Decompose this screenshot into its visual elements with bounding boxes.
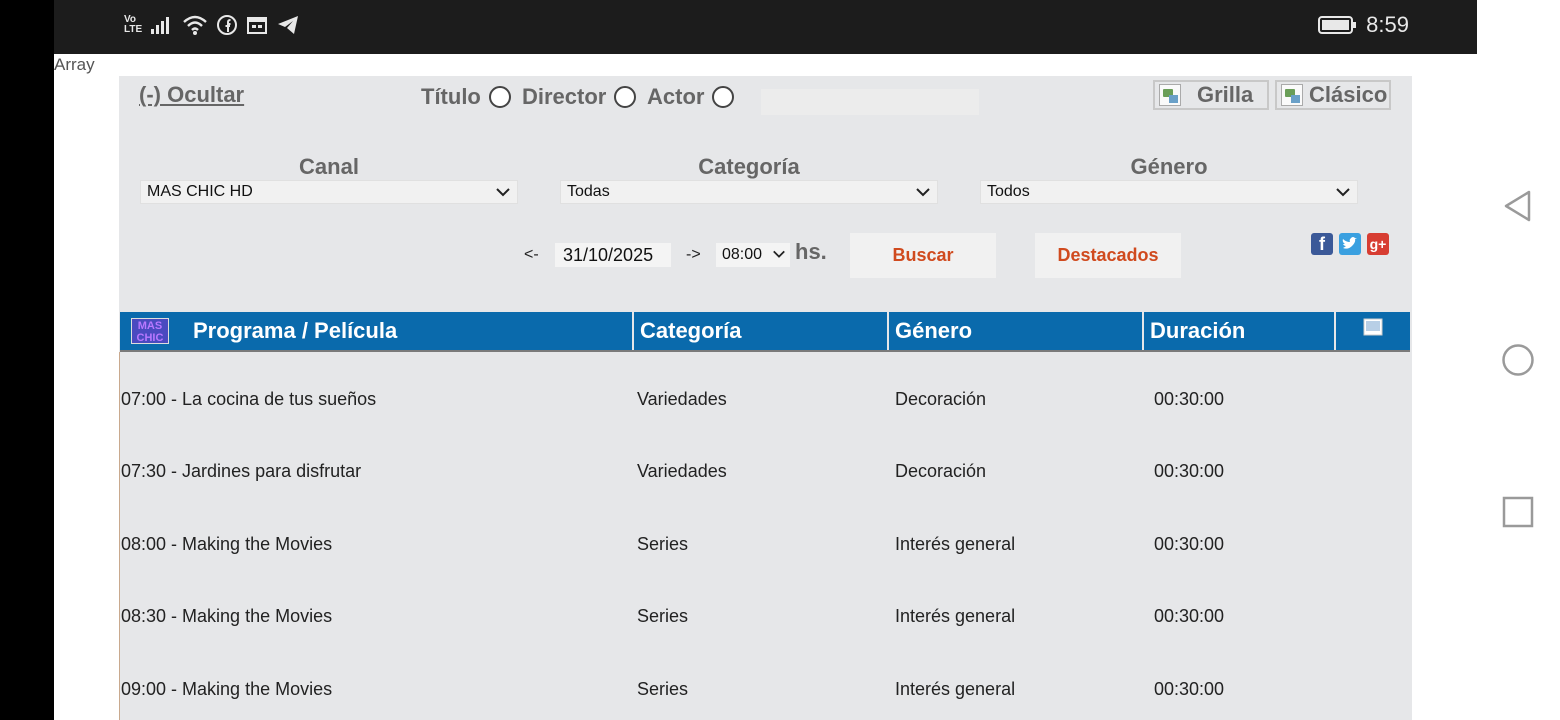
clasico-button[interactable]: Clásico	[1275, 80, 1391, 110]
cell-duration: 00:30:00	[1154, 461, 1225, 481]
volte-bottom: LTE	[124, 24, 143, 35]
chevron-down-icon	[916, 188, 930, 197]
chevron-down-icon	[1336, 188, 1350, 197]
radio-actor-label: Actor	[647, 84, 705, 109]
cell-duration: 00:30:00	[1154, 679, 1225, 699]
canal-select[interactable]: MAS CHIC HD	[140, 180, 518, 204]
time-select-value: 08:00	[722, 246, 763, 263]
buscar-button[interactable]: Buscar	[850, 233, 996, 278]
categoria-label: Categoría	[698, 154, 800, 179]
prev-day-link[interactable]: <-	[524, 246, 539, 264]
battery-icon	[1318, 16, 1357, 34]
cell-program: 08:00 - Making the Movies	[121, 534, 333, 554]
clock: 8:59	[1366, 12, 1409, 37]
cell-category: Variedades	[637, 389, 727, 409]
status-right: 8:59	[1318, 12, 1409, 38]
clasico-image-icon	[1281, 84, 1303, 106]
search-input[interactable]	[761, 89, 979, 115]
categoria-select[interactable]: Todas	[560, 180, 938, 204]
th-programa-label: Programa / Película	[193, 318, 398, 343]
th-categoria: Categoría	[634, 312, 887, 350]
time-select[interactable]: 08:00	[716, 243, 790, 267]
facebook-share-icon[interactable]: f	[1311, 233, 1333, 255]
recents-icon[interactable]	[1501, 495, 1535, 529]
telegram-icon	[278, 16, 299, 34]
facebook-icon	[217, 15, 238, 35]
android-nav-bar	[1477, 0, 1560, 720]
canal-label: Canal	[299, 154, 359, 179]
destacados-button[interactable]: Destacados	[1035, 233, 1181, 278]
cell-genre: Interés general	[895, 606, 1016, 626]
radio-titulo-button[interactable]	[488, 86, 511, 108]
th-extra	[1336, 312, 1410, 350]
channel-logo-line2: CHIC	[136, 332, 164, 344]
hours-label: hs.	[795, 239, 827, 264]
canal-select-value: MAS CHIC HD	[147, 183, 253, 200]
status-left: Vo LTE	[124, 14, 300, 36]
header-underline	[120, 350, 1410, 352]
status-bar: Vo LTE 8:59	[54, 0, 1477, 54]
next-day-link[interactable]: ->	[686, 246, 701, 264]
cell-duration: 00:30:00	[1154, 534, 1225, 554]
table-row[interactable]: 08:00 - Making the Movies Series Interés…	[121, 534, 1411, 564]
channel-logo: MAS CHIC	[131, 318, 169, 344]
wifi-icon	[183, 15, 207, 35]
radio-actor[interactable]: Actor	[647, 84, 735, 110]
date-input[interactable]: 31/10/2025	[555, 243, 671, 267]
twitter-icon	[1342, 237, 1357, 249]
cell-genre: Interés general	[895, 534, 1016, 554]
cell-category: Variedades	[637, 461, 727, 481]
grilla-label: Grilla	[1197, 82, 1254, 107]
volte-indicator: Vo LTE	[124, 15, 142, 35]
radio-titulo-label: Título	[421, 84, 481, 109]
cell-duration: 00:30:00	[1154, 606, 1225, 626]
table-row[interactable]: 08:30 - Making the Movies Series Interés…	[121, 606, 1411, 636]
cell-category: Series	[637, 534, 689, 554]
grilla-image-icon	[1159, 84, 1181, 106]
categoria-select-value: Todas	[567, 183, 610, 200]
table-row[interactable]: 07:00 - La cocina de tus sueños Variedad…	[121, 389, 1411, 419]
array-text: Array	[54, 55, 95, 74]
chevron-down-icon	[773, 250, 785, 258]
table-left-border	[119, 352, 120, 720]
window-icon	[1363, 318, 1383, 336]
signal-icon	[151, 17, 170, 34]
cell-category: Series	[637, 606, 689, 626]
home-icon[interactable]	[1501, 343, 1535, 377]
radio-titulo[interactable]: Título	[421, 84, 511, 110]
radio-director-label: Director	[522, 84, 607, 109]
radio-actor-button[interactable]	[712, 86, 735, 108]
cell-genre: Decoración	[895, 389, 987, 409]
programming-panel: (-) Ocultar Título Director Actor Grilla…	[119, 76, 1412, 720]
hide-toggle-link[interactable]: (-) Ocultar	[139, 82, 244, 108]
th-programa: MAS CHIC Programa / Película	[120, 312, 632, 350]
table-row[interactable]: 09:00 - Making the Movies Series Interés…	[121, 679, 1411, 709]
cell-program: 07:00 - La cocina de tus sueños	[121, 389, 377, 409]
genero-select[interactable]: Todos	[980, 180, 1358, 204]
cell-program: 07:30 - Jardines para disfrutar	[121, 461, 362, 481]
radio-director[interactable]: Director	[522, 84, 637, 110]
clasico-label: Clásico	[1309, 82, 1388, 107]
grilla-button[interactable]: Grilla	[1153, 80, 1269, 110]
th-genero: Género	[889, 312, 1142, 350]
th-duracion: Duración	[1144, 312, 1334, 350]
genero-select-value: Todos	[987, 183, 1030, 200]
screen: Vo LTE 8:59 Array (-) Ocultar Título Dir…	[54, 0, 1477, 720]
cell-category: Series	[637, 679, 689, 699]
cell-program: 08:30 - Making the Movies	[121, 606, 333, 626]
calendar-icon	[247, 17, 268, 34]
google-plus-share-icon[interactable]: g+	[1367, 233, 1389, 255]
table-row[interactable]: 07:30 - Jardines para disfrutar Variedad…	[121, 461, 1411, 491]
radio-director-button[interactable]	[614, 86, 637, 108]
cell-genre: Interés general	[895, 679, 1016, 699]
cell-duration: 00:30:00	[1154, 389, 1225, 409]
back-icon[interactable]	[1501, 189, 1535, 223]
channel-logo-line1: MAS	[137, 320, 163, 332]
twitter-share-icon[interactable]	[1339, 233, 1361, 255]
genero-label: Género	[1130, 154, 1208, 179]
cell-program: 09:00 - Making the Movies	[121, 679, 333, 699]
chevron-down-icon	[496, 188, 510, 197]
table-header: MAS CHIC Programa / Película Categoría G…	[119, 312, 1410, 352]
cell-genre: Decoración	[895, 461, 987, 481]
